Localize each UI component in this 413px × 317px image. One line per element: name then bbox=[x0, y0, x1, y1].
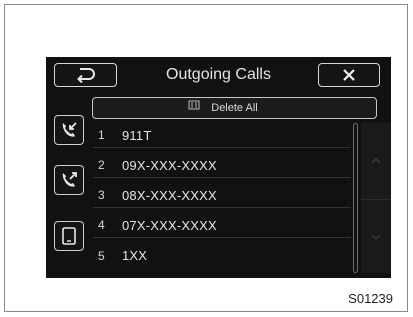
incoming-call-icon bbox=[62, 122, 77, 137]
call-number: 07X-XXX-XXXX bbox=[122, 217, 217, 233]
call-number: 09X-XXX-XXXX bbox=[122, 157, 217, 173]
page-down-button[interactable] bbox=[361, 200, 391, 273]
back-arrow-icon bbox=[76, 68, 95, 83]
contacts-button[interactable] bbox=[54, 221, 84, 251]
call-number: 911T bbox=[122, 127, 152, 143]
incoming-calls-button[interactable] bbox=[54, 115, 84, 145]
delete-all-button[interactable]: Delete All bbox=[92, 97, 377, 119]
call-list-item[interactable]: 1 911T bbox=[93, 123, 351, 148]
close-icon bbox=[343, 69, 355, 81]
page-title: Outgoing Calls bbox=[166, 66, 271, 83]
outgoing-calls-button[interactable] bbox=[54, 165, 84, 195]
call-list-item[interactable]: 2 09X-XXX-XXXX bbox=[93, 153, 351, 178]
call-number: 08X-XXX-XXXX bbox=[122, 187, 217, 203]
scrollbar[interactable] bbox=[353, 123, 358, 273]
delete-all-label: Delete All bbox=[211, 102, 258, 114]
call-index: 5 bbox=[98, 248, 105, 263]
outgoing-call-icon bbox=[62, 172, 77, 187]
call-index: 4 bbox=[98, 218, 105, 232]
figure-code: S01239 bbox=[348, 291, 393, 306]
chevron-down-icon bbox=[371, 234, 381, 240]
close-button[interactable] bbox=[318, 63, 380, 87]
figure-frame: Outgoing Calls Delete All 1 911T 2 09X-X… bbox=[4, 4, 408, 312]
display-screen: Outgoing Calls Delete All 1 911T 2 09X-X… bbox=[46, 57, 391, 278]
trash-icon bbox=[188, 100, 200, 110]
back-button[interactable] bbox=[54, 63, 117, 87]
chevron-up-icon bbox=[371, 158, 381, 164]
call-list-item[interactable]: 5 1XX bbox=[93, 243, 351, 268]
phone-device-icon bbox=[62, 227, 76, 245]
call-index: 3 bbox=[98, 188, 105, 202]
call-number: 1XX bbox=[122, 248, 148, 263]
call-index: 2 bbox=[98, 158, 105, 172]
call-index: 1 bbox=[98, 128, 105, 142]
call-list-item[interactable]: 4 07X-XXX-XXXX bbox=[93, 213, 351, 238]
page-up-button[interactable] bbox=[361, 123, 391, 200]
call-list-item[interactable]: 3 08X-XXX-XXXX bbox=[93, 183, 351, 208]
